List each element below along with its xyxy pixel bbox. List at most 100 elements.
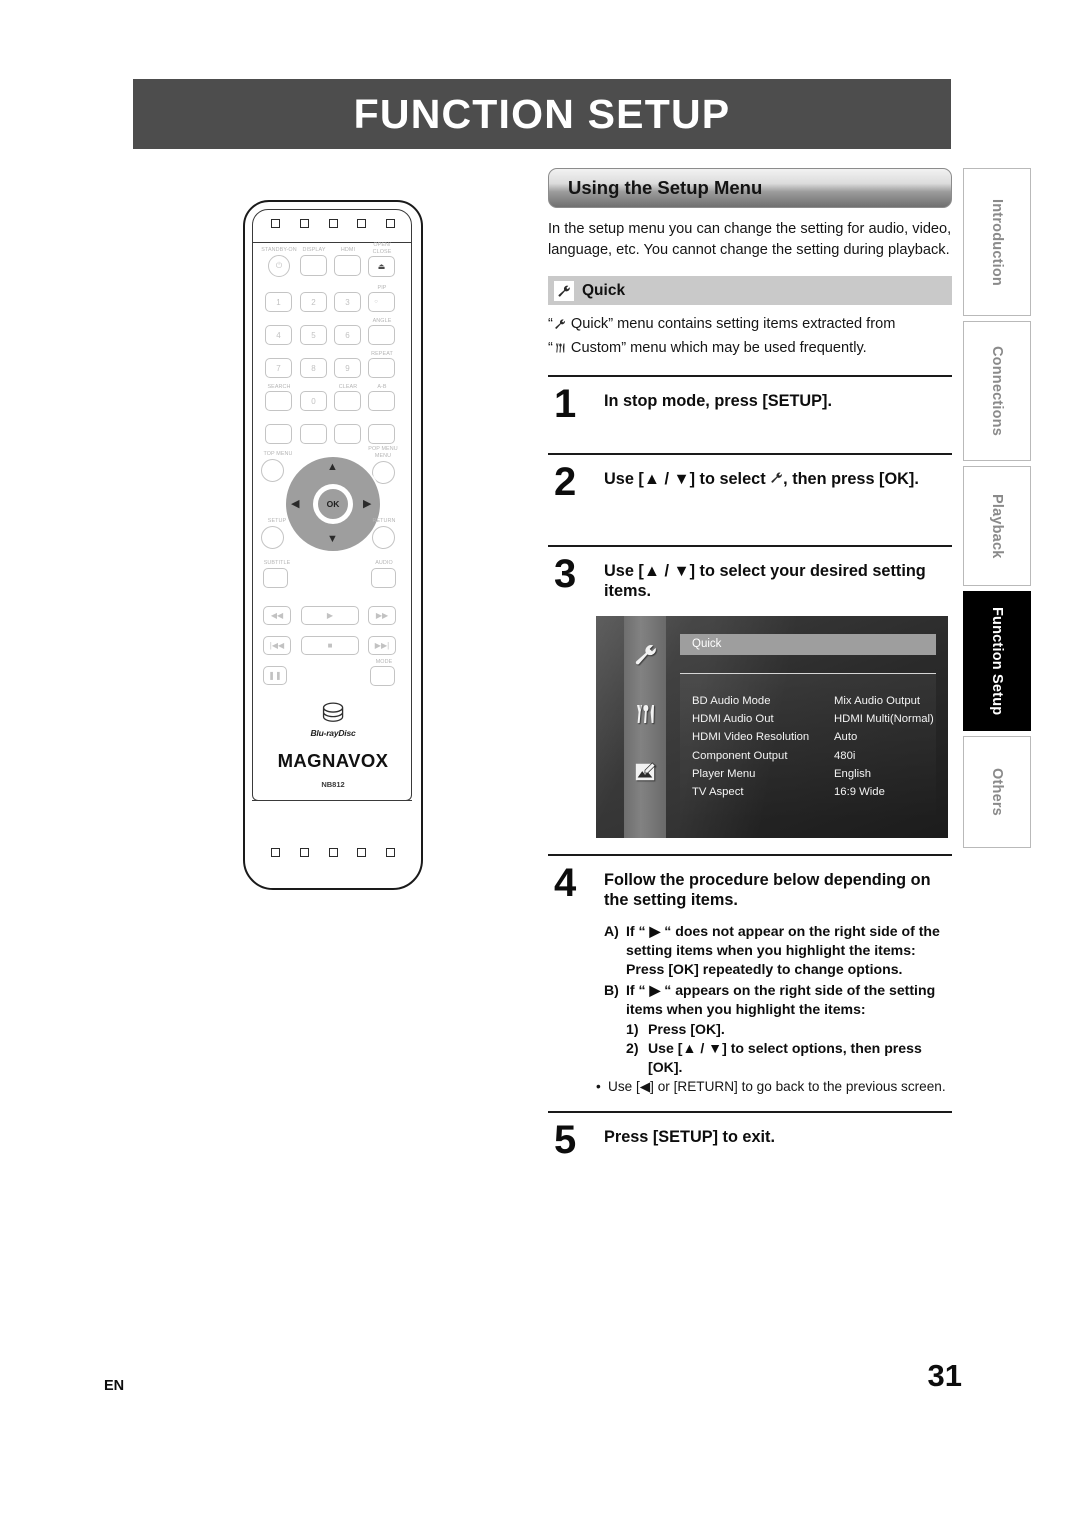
setup-menu-screenshot: Quick BD Audio Mode Mix Audio Output HDM…: [596, 615, 948, 838]
eject-icon: ⏏: [377, 262, 386, 271]
media-edit-icon[interactable]: [634, 761, 656, 788]
pip-dot-icon: ○: [374, 299, 378, 305]
setting-name: HDMI Video Resolution: [692, 731, 810, 744]
display-button[interactable]: [300, 255, 327, 276]
number-6-label: 6: [345, 330, 350, 340]
menu-settings-list: BD Audio Mode Mix Audio Output HDMI Audi…: [680, 672, 936, 821]
quick-note-line-2: Custom” menu which may be used frequentl…: [566, 339, 867, 356]
setting-value: English: [834, 768, 872, 780]
ok-label: OK: [326, 499, 340, 509]
chapter-tab-strip: Introduction Connections Playback Functi…: [963, 168, 1031, 848]
step-3-text: Use [▲ / ▼] to select your desired setti…: [604, 561, 926, 601]
step-3: 3 Use [▲ / ▼] to select your desired set…: [548, 547, 952, 602]
step-2: 2 Use [▲ / ▼] to select , then press [OK…: [548, 455, 952, 535]
color-key-red-button[interactable]: [265, 424, 292, 444]
play-icon: ▶: [326, 611, 334, 620]
setting-row[interactable]: HDMI Video Resolution Auto: [680, 728, 936, 746]
sidebar-item-introduction[interactable]: Introduction: [963, 168, 1031, 316]
quick-description: “ Quick” menu contains setting items ext…: [548, 314, 952, 360]
section-heading: Using the Setup Menu: [568, 177, 763, 198]
setup-button[interactable]: [261, 526, 284, 549]
menu-panel: Quick BD Audio Mode Mix Audio Output HDM…: [680, 633, 936, 826]
procedure-note-text: Use [◀] or [RETURN] to go back to the pr…: [608, 1078, 946, 1094]
arrow-up-icon: ▲: [327, 461, 338, 473]
section-intro-text: In the setup menu you can change the set…: [548, 221, 952, 258]
contact-dot: [386, 848, 395, 857]
procedure-b-1-text: Press [OK].: [648, 1020, 725, 1037]
color-key-yellow-button[interactable]: [334, 424, 361, 444]
setting-value: 16:9 Wide: [834, 786, 885, 799]
repeat-label: REPEAT: [371, 351, 393, 357]
clear-button[interactable]: [334, 391, 361, 411]
hdmi-button[interactable]: [334, 255, 361, 276]
step-2-text-pre: Use [▲ / ▼] to select: [604, 469, 771, 488]
fast-forward-icon: ▶▶: [375, 611, 389, 620]
quick-subsection-title: Quick: [582, 281, 626, 299]
contact-dot: [386, 219, 395, 228]
step-1-text: In stop mode, press [SETUP].: [604, 391, 832, 410]
sidebar-item-others[interactable]: Others: [963, 736, 1031, 848]
setting-value: HDMI Multi(Normal): [834, 713, 934, 726]
setting-row[interactable]: Component Output 480i: [680, 747, 936, 765]
arrow-down-icon: ▼: [327, 533, 338, 545]
quick-note-line-1: Quick” menu contains setting items extra…: [566, 316, 896, 333]
setting-row[interactable]: Player Menu English: [680, 765, 936, 783]
angle-button[interactable]: [368, 325, 395, 345]
tab-label: Function Setup: [989, 606, 1005, 716]
top-menu-button[interactable]: [261, 459, 284, 482]
sidebar-item-playback[interactable]: Playback: [963, 466, 1031, 586]
model-number: NB812: [321, 780, 345, 789]
wrench-icon[interactable]: [633, 642, 658, 672]
sidebar-item-function-setup[interactable]: Function Setup: [963, 591, 1031, 731]
contact-dot: [328, 219, 338, 228]
search-button[interactable]: [265, 391, 292, 411]
a-b-label: A-B: [377, 384, 387, 390]
contact-dot: [299, 848, 309, 857]
mode-button[interactable]: [370, 666, 395, 686]
a-b-button[interactable]: [368, 391, 395, 411]
procedure-b-text: If “ ▶ “ appears on the right side of th…: [626, 982, 936, 1017]
color-key-green-button[interactable]: [300, 424, 327, 444]
setting-name: BD Audio Mode: [692, 694, 771, 707]
custom-tools-icon[interactable]: [633, 702, 657, 731]
pop-menu-label-1: POP MENU: [368, 446, 398, 452]
direction-pad[interactable]: OK ▲ ▼ ◀ ▶: [284, 455, 382, 553]
setup-label: SETUP: [267, 518, 287, 524]
procedure-a-text: If “ ▶ “ does not appear on the right si…: [626, 922, 940, 958]
procedure-b-2-marker: 2): [626, 1040, 639, 1057]
repeat-button[interactable]: [368, 358, 395, 378]
procedure-b-1-marker: 1): [626, 1020, 639, 1037]
sidebar-item-connections[interactable]: Connections: [963, 321, 1031, 461]
power-icon: ⏻: [275, 261, 283, 270]
contact-dot: [271, 219, 280, 228]
main-content-column: Using the Setup Menu In the setup menu y…: [548, 168, 952, 1162]
setting-name: Player Menu: [692, 768, 756, 780]
brand-name: MAGNAVOX: [277, 750, 389, 771]
ok-button[interactable]: OK: [317, 488, 349, 520]
mode-label: MODE: [375, 659, 393, 665]
setting-value: Mix Audio Output: [834, 694, 921, 707]
setting-value: 480i: [834, 749, 856, 762]
step-1: 1 In stop mode, press [SETUP].: [548, 377, 952, 443]
number-3-label: 3: [345, 297, 350, 307]
next-icon: ▶▶|: [374, 641, 390, 650]
procedure-note-bullet: • Use [◀] or [RETURN] to go back to the …: [548, 1078, 952, 1096]
contact-dot: [357, 219, 367, 228]
setting-row[interactable]: HDMI Audio Out HDMI Multi(Normal): [680, 710, 936, 728]
number-7-label: 7: [276, 363, 281, 373]
blu-ray-disc-logo: ⛁ Blu-rayDisc: [293, 700, 373, 738]
step-5-number: 5: [554, 1117, 577, 1162]
blu-ray-mark-icon: ⛁: [321, 698, 345, 729]
quick-subsection-header: Quick: [548, 276, 952, 306]
return-button[interactable]: [372, 526, 395, 549]
setting-name: Component Output: [692, 749, 788, 762]
contact-dot: [271, 848, 280, 857]
color-key-blue-button[interactable]: [368, 424, 395, 444]
setting-row[interactable]: TV Aspect 16:9 Wide: [680, 783, 936, 801]
rewind-icon: ◀◀: [270, 611, 284, 620]
setting-row[interactable]: BD Audio Mode Mix Audio Output: [680, 692, 936, 710]
number-9-label: 9: [345, 363, 350, 373]
menu-icon-sidebar: [624, 615, 666, 838]
audio-button[interactable]: [371, 568, 396, 588]
subtitle-button[interactable]: [263, 568, 288, 588]
